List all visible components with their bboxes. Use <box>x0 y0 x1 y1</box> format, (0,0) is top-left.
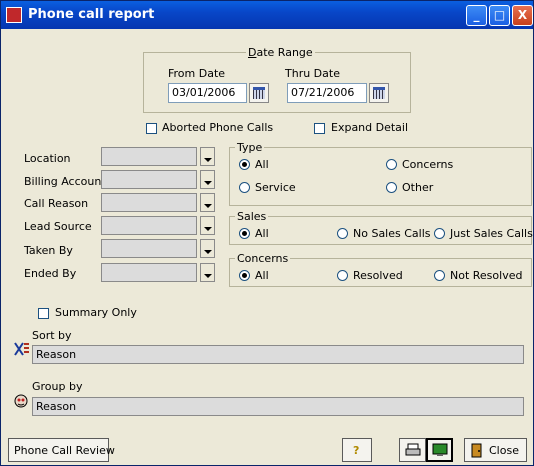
minimize-button[interactable]: _ <box>466 5 487 26</box>
concerns-not-resolved-label: Not Resolved <box>450 269 523 282</box>
concerns-not-resolved-radio[interactable] <box>434 270 445 281</box>
type-service-radio[interactable] <box>239 182 250 193</box>
concerns-resolved-label: Resolved <box>353 269 403 282</box>
group-by-label: Group by <box>32 380 83 393</box>
group-icon[interactable] <box>13 393 31 409</box>
expand-detail-checkbox[interactable] <box>314 123 325 134</box>
type-concerns-radio[interactable] <box>386 159 397 170</box>
title-bar: Phone call report _ □ X <box>1 1 533 29</box>
thru-date-calendar-icon[interactable] <box>369 83 389 103</box>
location-select[interactable] <box>101 147 197 166</box>
window-title: Phone call report <box>28 7 155 22</box>
lead-source-dropdown-icon[interactable] <box>200 216 215 235</box>
type-service-label: Service <box>255 181 296 194</box>
billing-account-select[interactable] <box>101 170 197 189</box>
help-icon: ? <box>353 444 360 457</box>
filter-label-lead-source: Lead Source <box>24 220 92 233</box>
date-range-title-text: ate Range <box>256 46 313 59</box>
sales-no-sales-label: No Sales Calls <box>353 227 431 240</box>
location-dropdown-icon[interactable] <box>200 147 215 166</box>
sort-by-field[interactable]: Reason <box>32 345 524 364</box>
printer-icon <box>405 443 421 456</box>
phone-call-review-button[interactable]: Phone Call Review <box>8 438 115 462</box>
taken-by-dropdown-icon[interactable] <box>200 239 215 258</box>
call-reason-select[interactable] <box>101 193 197 212</box>
preview-button[interactable] <box>426 438 453 462</box>
print-button[interactable] <box>399 438 426 462</box>
close-window-button[interactable]: X <box>512 5 533 26</box>
thru-date-label: Thru Date <box>285 67 340 80</box>
aborted-calls-label: Aborted Phone Calls <box>162 121 274 134</box>
lead-source-select[interactable] <box>101 216 197 235</box>
type-title: Type <box>235 141 265 154</box>
phone-call-report-window: Phone call report _ □ X Date Range From … <box>0 0 534 466</box>
billing-account-dropdown-icon[interactable] <box>200 170 215 189</box>
monitor-icon <box>432 443 448 456</box>
type-concerns-label: Concerns <box>402 158 454 171</box>
filter-label-location: Location <box>24 152 71 165</box>
sales-just-sales-radio[interactable] <box>434 228 445 239</box>
call-reason-dropdown-icon[interactable] <box>200 193 215 212</box>
door-icon <box>471 443 482 458</box>
concerns-all-label: All <box>255 269 269 282</box>
sales-just-sales-label: Just Sales Calls <box>450 227 533 240</box>
filter-label-ended-by: Ended By <box>24 267 77 280</box>
type-group <box>229 147 532 206</box>
from-date-calendar-icon[interactable] <box>249 83 269 103</box>
sort-icon[interactable] <box>13 341 31 357</box>
from-date-label: From Date <box>168 67 226 80</box>
sales-no-sales-radio[interactable] <box>337 228 348 239</box>
sort-by-label: Sort by <box>32 329 72 342</box>
sales-title: Sales <box>235 210 269 223</box>
ended-by-dropdown-icon[interactable] <box>200 263 215 282</box>
thru-date-input[interactable]: 07/21/2006 <box>287 83 367 103</box>
concerns-title: Concerns <box>235 252 291 265</box>
sales-all-label: All <box>255 227 269 240</box>
type-other-label: Other <box>402 181 434 194</box>
close-label: Close <box>489 444 519 457</box>
type-other-radio[interactable] <box>386 182 397 193</box>
filter-label-taken-by: Taken By <box>24 244 73 257</box>
summary-only-label: Summary Only <box>55 306 137 319</box>
type-all-label: All <box>255 158 269 171</box>
summary-only-checkbox[interactable] <box>38 308 49 319</box>
type-all-radio[interactable] <box>239 159 250 170</box>
aborted-calls-checkbox[interactable] <box>146 123 157 134</box>
from-date-input[interactable]: 03/01/2006 <box>168 83 247 103</box>
filter-label-billing-account: Billing Account <box>24 175 106 188</box>
taken-by-select[interactable] <box>101 239 197 258</box>
help-button[interactable]: ? <box>342 438 372 462</box>
filter-label-call-reason: Call Reason <box>24 197 89 210</box>
phone-call-review-label: Phone Call Review <box>14 444 115 457</box>
ended-by-select[interactable] <box>101 263 197 282</box>
concerns-resolved-radio[interactable] <box>337 270 348 281</box>
maximize-button[interactable]: □ <box>489 5 510 26</box>
date-range-title: Date Range <box>246 46 315 59</box>
group-by-field[interactable]: Reason <box>32 397 524 416</box>
expand-detail-label: Expand Detail <box>331 121 409 134</box>
concerns-all-radio[interactable] <box>239 270 250 281</box>
close-button[interactable]: Close <box>464 438 527 462</box>
app-icon <box>6 7 22 23</box>
sales-all-radio[interactable] <box>239 228 250 239</box>
